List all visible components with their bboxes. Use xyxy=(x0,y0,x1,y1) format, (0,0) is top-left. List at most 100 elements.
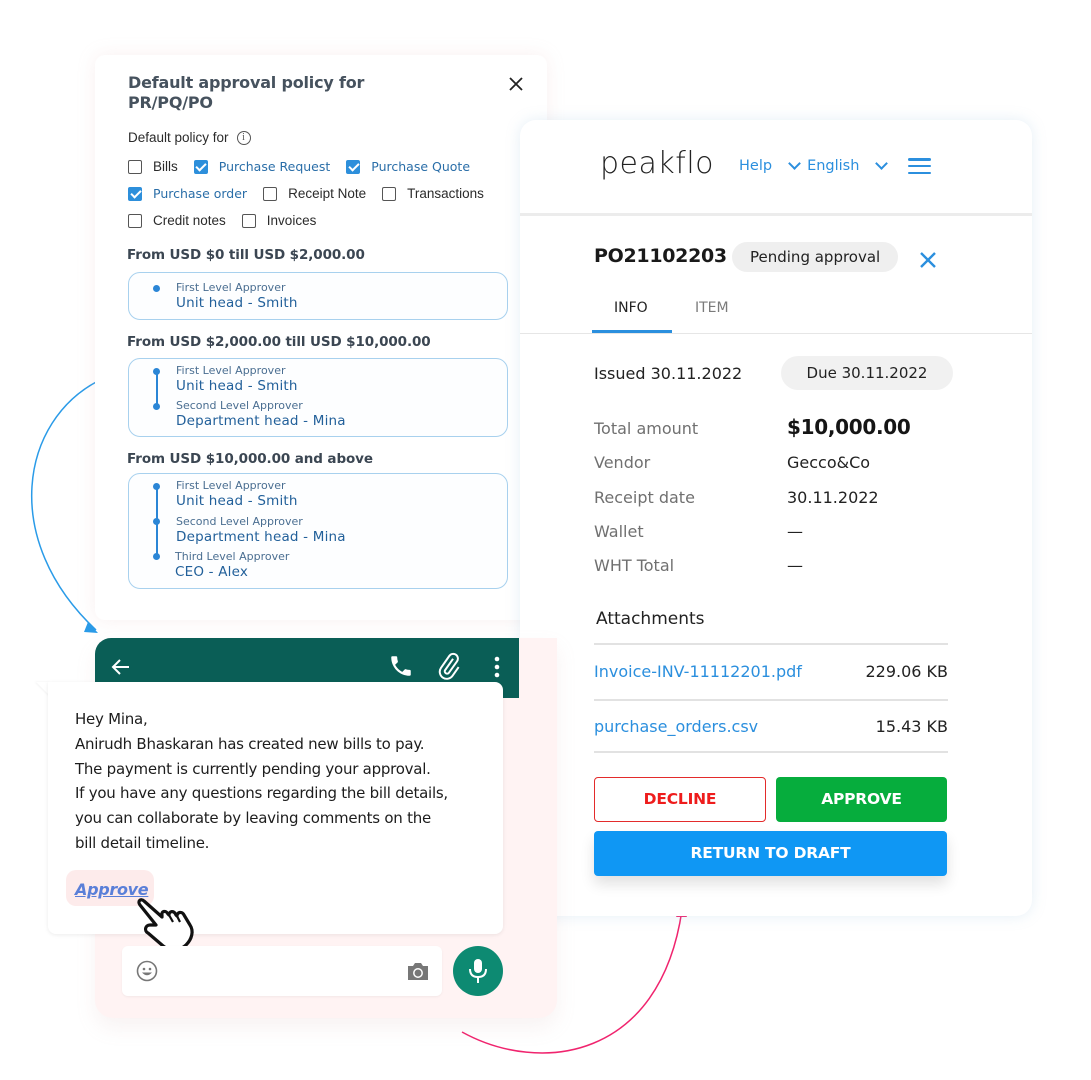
checkbox-box[interactable] xyxy=(346,159,361,174)
approval-policy-panel: Default approval policy for PR/PQ/PO Def… xyxy=(95,55,547,620)
message-text: Hey Mina, Anirudh Bhaskaran has created … xyxy=(75,707,448,856)
checkbox-row: Purchase order Receipt Note Transactions xyxy=(128,186,500,201)
checkbox-box[interactable] xyxy=(128,186,142,201)
approver-level: First Level Approver xyxy=(176,281,286,294)
approver-level: First Level Approver xyxy=(176,364,286,377)
tier-approvers-box: First Level Approver Unit head - Smith S… xyxy=(128,473,508,589)
tier-approvers-box: First Level Approver Unit head - Smith S… xyxy=(128,358,508,437)
help-menu[interactable]: Help xyxy=(739,157,801,174)
field-label-wht-total: WHT Total xyxy=(594,556,675,575)
attachment-size: 15.43 KB xyxy=(875,717,948,736)
approver-name: Department head - Mina xyxy=(176,413,346,429)
field-value-total-amount: $10,000.00 xyxy=(787,415,911,439)
field-label-receipt-date: Receipt date xyxy=(594,488,695,507)
approver: First Level Approver Unit head - Smith xyxy=(176,364,298,394)
divider xyxy=(594,699,948,701)
tier-heading: From USD $2,000.00 till USD $10,000.00 xyxy=(127,334,431,350)
checkbox-credit-notes[interactable]: Credit notes xyxy=(128,213,226,228)
policy-title: Default approval policy for PR/PQ/PO xyxy=(128,73,365,112)
timeline-dot xyxy=(153,285,160,292)
approver: Second Level Approver Department head - … xyxy=(176,515,346,545)
close-icon[interactable] xyxy=(505,73,527,95)
purchase-order-panel: peakflo Help English PO21102203 Pending … xyxy=(520,120,1032,916)
attachment-link[interactable]: Invoice-INV-11112201.pdf xyxy=(594,662,802,681)
paperclip-icon[interactable] xyxy=(435,652,463,680)
active-tab-indicator xyxy=(592,330,672,333)
due-date-badge: Due 30.11.2022 xyxy=(781,356,953,390)
checkbox-label: Purchase Request xyxy=(218,159,331,174)
emoji-icon[interactable] xyxy=(136,960,158,982)
field-value-wallet: — xyxy=(787,522,803,541)
message-line: bill detail timeline. xyxy=(75,833,210,852)
approve-button[interactable]: APPROVE xyxy=(776,777,947,822)
timeline-dot xyxy=(153,403,160,410)
tab-info[interactable]: INFO xyxy=(614,300,648,316)
checkbox-label: Purchase order xyxy=(153,186,248,201)
approver-name: Department head - Mina xyxy=(176,529,346,545)
default-policy-text: Default policy for xyxy=(128,130,229,145)
checkbox-bills[interactable]: Bills xyxy=(128,159,178,174)
checkbox-row: Credit notes Invoices xyxy=(128,213,332,228)
more-options-icon[interactable] xyxy=(489,654,505,680)
field-value-vendor: Gecco&Co xyxy=(787,453,871,472)
checkbox-box[interactable] xyxy=(128,159,142,174)
checkbox-invoices[interactable]: Invoices xyxy=(241,213,316,228)
help-label: Help xyxy=(739,158,773,174)
approver-name: Unit head - Smith xyxy=(176,295,298,311)
phone-call-icon[interactable] xyxy=(388,653,414,679)
approver: Third Level Approver CEO - Alex xyxy=(175,550,289,580)
timeline-dot xyxy=(153,518,160,525)
checkbox-box[interactable] xyxy=(128,213,142,228)
language-select[interactable]: English xyxy=(807,157,889,174)
peakflo-logo[interactable]: peakflo xyxy=(600,146,714,181)
tab-item[interactable]: ITEM xyxy=(695,300,729,316)
document-id: PO21102203 xyxy=(594,245,727,267)
divider xyxy=(594,643,948,645)
timeline-dot xyxy=(153,553,160,560)
approver: First Level Approver Unit head - Smith xyxy=(176,281,298,311)
message-line: If you have any questions regarding the … xyxy=(75,784,448,803)
pointer-hand-icon xyxy=(137,898,194,952)
checkbox-purchase-request[interactable]: Purchase Request xyxy=(193,159,331,174)
decline-button[interactable]: DECLINE xyxy=(594,777,766,822)
field-label-wallet: Wallet xyxy=(594,522,644,541)
checkbox-purchase-quote[interactable]: Purchase Quote xyxy=(346,159,470,174)
checkbox-box[interactable] xyxy=(382,186,397,201)
checkbox-box[interactable] xyxy=(241,213,256,228)
checkbox-box[interactable] xyxy=(193,159,208,174)
approver-level: Second Level Approver xyxy=(176,515,303,528)
checkbox-box[interactable] xyxy=(263,186,278,201)
info-icon[interactable]: i xyxy=(236,130,251,145)
checkbox-label: Purchase Quote xyxy=(371,159,471,174)
voice-message-button[interactable] xyxy=(453,946,503,996)
approver: First Level Approver Unit head - Smith xyxy=(176,479,298,509)
return-to-draft-button[interactable]: RETURN TO DRAFT xyxy=(594,831,947,876)
checkbox-label: Receipt Note xyxy=(288,186,367,201)
checkbox-row: Bills Purchase Request Purchase Quote xyxy=(128,159,486,174)
close-icon[interactable] xyxy=(918,250,938,270)
checkbox-purchase-order[interactable]: Purchase order xyxy=(128,186,247,201)
checkbox-receipt-note[interactable]: Receipt Note xyxy=(263,186,366,201)
camera-icon[interactable] xyxy=(406,961,430,982)
default-policy-label: Default policy for i xyxy=(128,130,251,145)
checkbox-transactions[interactable]: Transactions xyxy=(382,186,484,201)
timeline-dot xyxy=(153,483,160,490)
language-label: English xyxy=(807,158,860,174)
message-line: The payment is currently pending your ap… xyxy=(75,759,431,778)
hamburger-menu-icon[interactable] xyxy=(908,158,932,174)
message-line: Hey Mina, xyxy=(75,710,148,728)
divider xyxy=(594,751,948,753)
chevron-down-icon xyxy=(875,157,889,170)
top-nav: Help English xyxy=(739,157,932,174)
checkbox-label: Bills xyxy=(153,159,178,174)
back-arrow-icon[interactable] xyxy=(109,655,133,679)
approver-name: Unit head - Smith xyxy=(176,493,298,509)
microphone-icon xyxy=(469,959,487,983)
timeline-dot xyxy=(153,368,160,375)
checkbox-label: Credit notes xyxy=(153,213,226,228)
tier-heading: From USD $10,000.00 and above xyxy=(127,451,373,467)
attachment-link[interactable]: purchase_orders.csv xyxy=(594,717,758,736)
status-badge: Pending approval xyxy=(732,242,899,272)
message-input[interactable] xyxy=(122,946,442,996)
approver-level: First Level Approver xyxy=(176,479,286,492)
